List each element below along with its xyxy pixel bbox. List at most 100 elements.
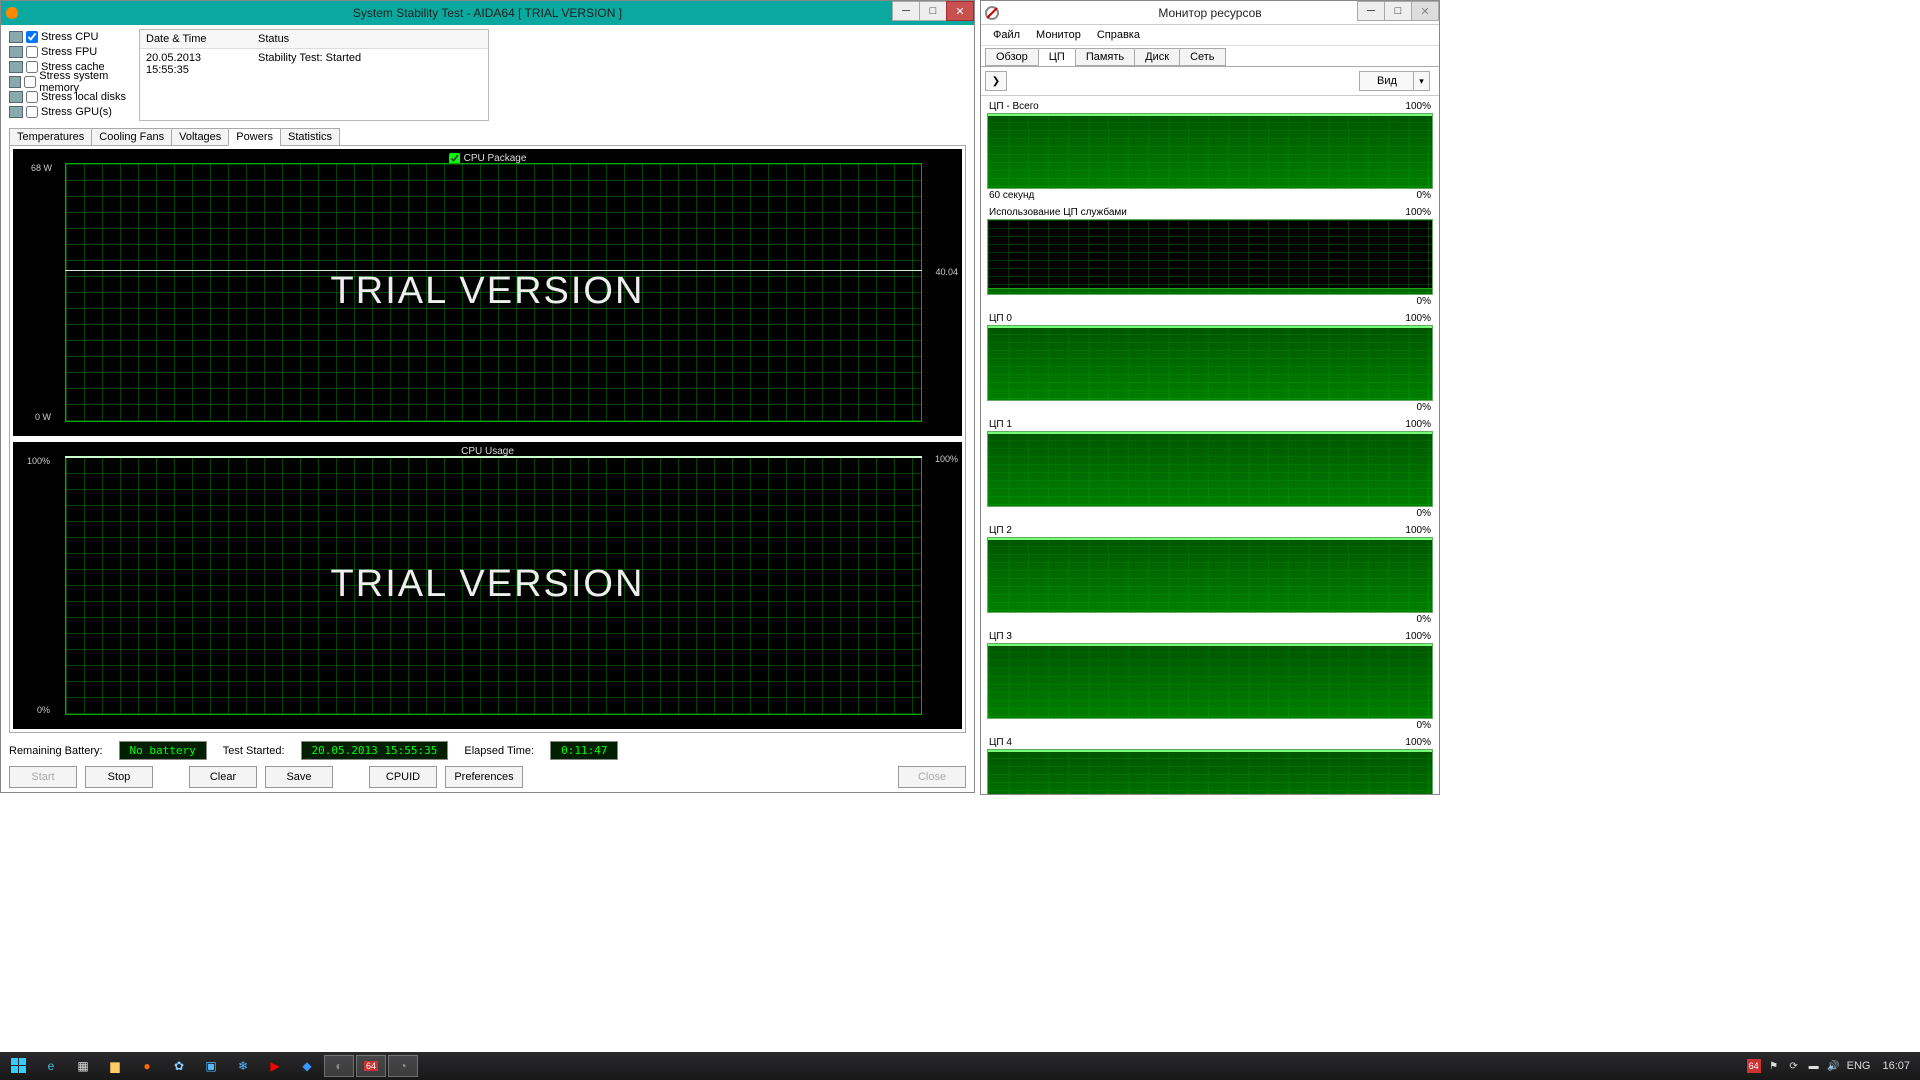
chip-icon — [9, 31, 23, 43]
log-cell-status: Stability Test: Started — [252, 49, 488, 79]
save-button[interactable]: Save — [265, 766, 333, 788]
rm-chart-max: 100% — [1405, 419, 1431, 430]
tab-temperatures[interactable]: Temperatures — [9, 128, 92, 146]
tab-overview[interactable]: Обзор — [985, 48, 1039, 66]
tab-network[interactable]: Сеть — [1179, 48, 1225, 66]
stress-option[interactable]: Stress system memory — [9, 74, 135, 89]
menu-help[interactable]: Справка — [1089, 27, 1148, 43]
rm-chart-max: 100% — [1405, 207, 1431, 218]
taskbar-app-icon[interactable]: ❄ — [228, 1055, 258, 1077]
resmon-tabs: Обзор ЦП Память Диск Сеть — [981, 46, 1439, 66]
cpuid-button[interactable]: CPUID — [369, 766, 437, 788]
tab-statistics[interactable]: Statistics — [280, 128, 340, 146]
resmon-icon: ◔ — [399, 1059, 406, 1073]
tab-powers[interactable]: Powers — [228, 128, 281, 146]
status-bar: Remaining Battery: No battery Test Start… — [9, 741, 966, 760]
ram-icon — [9, 76, 21, 88]
taskbar-firefox-icon[interactable]: ● — [132, 1055, 162, 1077]
log-col-datetime[interactable]: Date & Time — [140, 30, 252, 48]
tab-cooling-fans[interactable]: Cooling Fans — [91, 128, 172, 146]
stress-cache-checkbox[interactable] — [26, 61, 38, 73]
minimize-button[interactable]: ─ — [1357, 1, 1385, 21]
stress-option[interactable]: Stress GPU(s) — [9, 104, 135, 119]
taskbar-explorer-icon[interactable]: ▆ — [100, 1055, 130, 1077]
stop-button[interactable]: Stop — [85, 766, 153, 788]
close-button[interactable]: ✕ — [1411, 1, 1439, 21]
view-dropdown[interactable]: Вид — [1359, 71, 1415, 91]
stress-option[interactable]: Stress FPU — [9, 44, 135, 59]
firefox-icon: ● — [143, 1059, 150, 1073]
elapsed-value: 0:11:47 — [550, 741, 618, 760]
taskbar-app-icon[interactable]: ▣ — [196, 1055, 226, 1077]
trial-watermark: TRIAL VERSION — [331, 270, 645, 313]
expand-left-button[interactable]: ❯ — [985, 71, 1007, 91]
graph-current-value: 100% — [935, 454, 958, 464]
taskbar-youtube-icon[interactable]: ▶ — [260, 1055, 290, 1077]
taskbar-app-icon[interactable]: ◆ — [292, 1055, 322, 1077]
graph-y-max: 100% — [27, 456, 50, 466]
resmon-titlebar[interactable]: Монитор ресурсов ─ □ ✕ — [981, 1, 1439, 25]
rm-chart-title: ЦП 1 — [989, 419, 1012, 430]
clear-button[interactable]: Clear — [189, 766, 257, 788]
close-button[interactable]: ✕ — [946, 1, 974, 21]
chip-icon — [9, 61, 23, 73]
elapsed-label: Elapsed Time: — [464, 745, 534, 757]
log-col-status[interactable]: Status — [252, 30, 488, 48]
taskbar-resmon-running[interactable]: ◔ — [388, 1055, 418, 1077]
app-icon: ✿ — [174, 1059, 184, 1073]
taskbar-aida64-running[interactable]: 64 — [356, 1055, 386, 1077]
stress-option[interactable]: Stress CPU — [9, 29, 135, 44]
tray-network-icon[interactable]: ▬ — [1807, 1059, 1821, 1073]
graph-y-min: 0 W — [35, 412, 51, 422]
stress-disk-checkbox[interactable] — [26, 91, 38, 103]
stress-option[interactable]: Stress local disks — [9, 89, 135, 104]
clock[interactable]: 16:07 — [1876, 1060, 1916, 1072]
tray-flag-icon[interactable]: ⚑ — [1767, 1059, 1781, 1073]
close-test-button[interactable]: Close — [898, 766, 966, 788]
rm-chart-title: ЦП 3 — [989, 631, 1012, 642]
trial-watermark: TRIAL VERSION — [331, 563, 645, 606]
resmon-app-icon — [985, 6, 999, 20]
menu-file[interactable]: Файл — [985, 27, 1028, 43]
aida64-titlebar[interactable]: System Stability Test - AIDA64 [ TRIAL V… — [1, 1, 974, 25]
taskbar-store-icon[interactable]: ▦ — [68, 1055, 98, 1077]
stress-fpu-checkbox[interactable] — [26, 46, 38, 58]
tab-memory[interactable]: Память — [1075, 48, 1135, 66]
language-indicator[interactable]: ENG — [1847, 1060, 1871, 1072]
stress-option-label: Stress FPU — [41, 46, 97, 58]
start-button[interactable]: Start — [9, 766, 77, 788]
tray-volume-icon[interactable]: 🔊 — [1827, 1059, 1841, 1073]
maximize-button[interactable]: □ — [1384, 1, 1412, 21]
preferences-button[interactable]: Preferences — [445, 766, 523, 788]
stress-gpu-checkbox[interactable] — [26, 106, 38, 118]
maximize-button[interactable]: □ — [919, 1, 947, 21]
tab-voltages[interactable]: Voltages — [171, 128, 229, 146]
rm-chart-title: ЦП 4 — [989, 737, 1012, 748]
rm-chart: ЦП 3100%0% — [987, 630, 1433, 732]
start-menu-button[interactable] — [4, 1055, 34, 1077]
started-value: 20.05.2013 15:55:35 — [301, 741, 449, 760]
graph-y-max: 68 W — [31, 163, 52, 173]
rm-chart: ЦП 2100%0% — [987, 524, 1433, 626]
stress-memory-checkbox[interactable] — [24, 76, 36, 88]
taskbar-app-running[interactable]: ◐ — [324, 1055, 354, 1077]
tab-cpu[interactable]: ЦП — [1038, 48, 1076, 66]
rm-chart-max: 100% — [1405, 631, 1431, 642]
log-row[interactable]: 20.05.2013 15:55:35 Stability Test: Star… — [140, 49, 488, 79]
app-icon: ◆ — [302, 1059, 311, 1073]
tray-updates-icon[interactable]: ⟳ — [1787, 1059, 1801, 1073]
menu-monitor[interactable]: Монитор — [1028, 27, 1089, 43]
graph-tabs: Temperatures Cooling Fans Voltages Power… — [9, 128, 966, 146]
graph-data-line — [65, 456, 922, 458]
tab-disk[interactable]: Диск — [1134, 48, 1180, 66]
aida64-window: System Stability Test - AIDA64 [ TRIAL V… — [0, 0, 975, 793]
tray-icon[interactable]: 64 — [1747, 1059, 1761, 1073]
stress-cpu-checkbox[interactable] — [26, 31, 38, 43]
taskbar-ie-icon[interactable]: e — [36, 1055, 66, 1077]
taskbar-app-icon[interactable]: ✿ — [164, 1055, 194, 1077]
rm-chart-max: 100% — [1405, 101, 1431, 112]
taskbar[interactable]: e ▦ ▆ ● ✿ ▣ ❄ ▶ ◆ ◐ 64 ◔ 64 ⚑ ⟳ ▬ 🔊 ENG … — [0, 1052, 1920, 1080]
disk-icon — [9, 91, 23, 103]
minimize-button[interactable]: ─ — [892, 1, 920, 21]
power-graph: CPU Package 68 W 0 W 40.04 TRIAL VERSION — [13, 149, 962, 436]
